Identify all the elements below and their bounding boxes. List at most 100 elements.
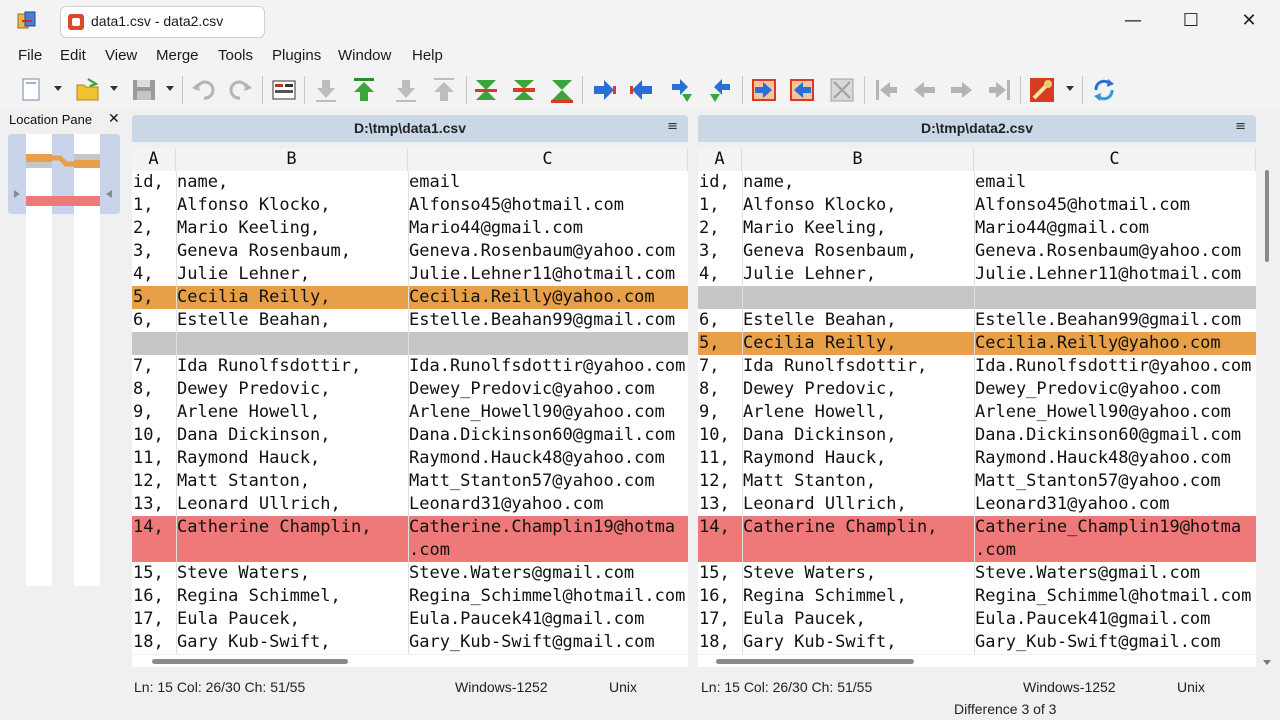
cell-a[interactable]: 18,: [132, 631, 176, 654]
table-row[interactable]: 13, Leonard Ullrich, Leonard31@yahoo.com: [698, 493, 1256, 516]
cell-b[interactable]: name,: [176, 171, 408, 194]
table-row[interactable]: 7, Ida Runolfsdottir, Ida.Runolfsdottir@ya…: [132, 355, 688, 378]
table-row[interactable]: 13, Leonard Ullrich, Leonard31@yahoo.com: [132, 493, 688, 516]
split-view-icon[interactable]: [828, 76, 856, 104]
cell-a[interactable]: 17,: [132, 608, 176, 631]
cell-b[interactable]: Gary Kub-Swift,: [742, 631, 974, 654]
cell-c[interactable]: Mario44@gmail.com: [408, 217, 688, 240]
cell-c[interactable]: [408, 332, 688, 355]
cell-c[interactable]: .com: [974, 539, 1256, 562]
cell-b[interactable]: Regina Schimmel,: [176, 585, 408, 608]
cell-a[interactable]: 12,: [698, 470, 742, 493]
right-scroll-thumb[interactable]: [716, 659, 914, 664]
left-grid[interactable]: A B Cid, name, email 1, Alfonso Klocko, Alfonso…: [132, 148, 688, 654]
table-row[interactable]: 17, Eula Paucek, Eula.Paucek41@gmail.com: [132, 608, 688, 631]
cell-c[interactable]: Alfonso45@hotmail.com: [974, 194, 1256, 217]
table-row[interactable]: 6, Estelle Beahan, Estelle.Beahan99@gmail.…: [698, 309, 1256, 332]
cell-c[interactable]: Catherine.Champlin19@hotma: [408, 516, 688, 539]
table-row[interactable]: 16, Regina Schimmel, Regina_Schimmel@hotma…: [132, 585, 688, 608]
minimize-button[interactable]: —: [1104, 0, 1162, 42]
cell-c[interactable]: .com: [408, 539, 688, 562]
cell-c[interactable]: Arlene_Howell90@yahoo.com: [408, 401, 688, 424]
cell-a[interactable]: 6,: [698, 309, 742, 332]
table-row[interactable]: 15, Steve Waters, Steve.Waters@gmail.com: [132, 562, 688, 585]
cell-b[interactable]: Mario Keeling,: [176, 217, 408, 240]
cell-c[interactable]: email: [408, 171, 688, 194]
location-pane-close-icon[interactable]: ✕: [108, 111, 120, 127]
next-file-icon[interactable]: [948, 76, 976, 104]
cell-a[interactable]: 17,: [698, 608, 742, 631]
cell-a[interactable]: 13,: [132, 493, 176, 516]
cell-c[interactable]: Cecilia.Reilly@yahoo.com: [974, 332, 1256, 355]
cell-c[interactable]: Matt_Stanton57@yahoo.com: [408, 470, 688, 493]
cell-a[interactable]: 14,: [698, 516, 742, 539]
cell-c[interactable]: Catherine_Champlin19@hotma: [974, 516, 1256, 539]
cell-c[interactable]: Dana.Dickinson60@gmail.com: [974, 424, 1256, 447]
cell-c[interactable]: Dana.Dickinson60@gmail.com: [408, 424, 688, 447]
table-row[interactable]: 18, Gary Kub-Swift, Gary_Kub-Swift@gmail.c…: [698, 631, 1256, 654]
table-row[interactable]: 18, Gary Kub-Swift, Gary_Kub-Swift@gmail.c…: [132, 631, 688, 654]
menu-tools[interactable]: Tools: [218, 47, 253, 64]
merge-down-icon[interactable]: [472, 76, 500, 104]
table-row[interactable]: 4, Julie Lehner, Julie.Lehner11@hotmail.co…: [698, 263, 1256, 286]
tools-icon[interactable]: [1028, 76, 1056, 104]
cell-a[interactable]: 3,: [132, 240, 176, 263]
cell-a[interactable]: 4,: [698, 263, 742, 286]
cell-c[interactable]: Steve.Waters@gmail.com: [408, 562, 688, 585]
cell-b[interactable]: Geneva Rosenbaum,: [176, 240, 408, 263]
last-file-icon[interactable]: [986, 76, 1014, 104]
menu-edit[interactable]: Edit: [60, 47, 86, 64]
cell-b[interactable]: Geneva Rosenbaum,: [742, 240, 974, 263]
cell-c[interactable]: Eula.Paucek41@gmail.com: [974, 608, 1256, 631]
vertical-scroll-thumb[interactable]: [1265, 170, 1269, 262]
cell-b[interactable]: Julie Lehner,: [176, 263, 408, 286]
copy-right-icon[interactable]: [590, 76, 618, 104]
cell-b[interactable]: Ida Runolfsdottir,: [742, 355, 974, 378]
left-scroll-thumb[interactable]: [152, 659, 348, 664]
table-row[interactable]: 10, Dana Dickinson, Dana.Dickinson60@gmail…: [698, 424, 1256, 447]
cell-a[interactable]: 16,: [132, 585, 176, 608]
table-row[interactable]: 1, Alfonso Klocko, Alfonso45@hotmail.com: [698, 194, 1256, 217]
cell-a[interactable]: 7,: [698, 355, 742, 378]
right-horizontal-scrollbar[interactable]: [698, 655, 1256, 667]
cell-b[interactable]: Eula Paucek,: [742, 608, 974, 631]
open-dropdown-icon[interactable]: [110, 86, 118, 91]
cell-a[interactable]: 15,: [132, 562, 176, 585]
cell-a[interactable]: 11,: [698, 447, 742, 470]
table-row[interactable]: 5, Cecilia Reilly, Cecilia.Reilly@yahoo.co…: [698, 332, 1256, 355]
table-row[interactable]: 14, Catherine Champlin, Catherine_Champlin…: [698, 516, 1256, 539]
cell-c[interactable]: Geneva.Rosenbaum@yahoo.com: [974, 240, 1256, 263]
cell-a[interactable]: 16,: [698, 585, 742, 608]
winmerge-app-icon[interactable]: [16, 10, 38, 32]
scroll-down-icon[interactable]: [1263, 660, 1271, 665]
cell-a[interactable]: 18,: [698, 631, 742, 654]
table-row[interactable]: 8, Dewey Predovic, Dewey_Predovic@yahoo.co…: [132, 378, 688, 401]
cell-b[interactable]: Dana Dickinson,: [742, 424, 974, 447]
cell-b[interactable]: Matt Stanton,: [176, 470, 408, 493]
undo-icon[interactable]: [190, 76, 218, 104]
first-diff-icon[interactable]: [350, 76, 378, 104]
table-row[interactable]: 14, Catherine Champlin, Catherine.Champlin…: [132, 516, 688, 539]
cell-c[interactable]: Steve.Waters@gmail.com: [974, 562, 1256, 585]
cell-a[interactable]: 1,: [698, 194, 742, 217]
cell-a[interactable]: 9,: [132, 401, 176, 424]
table-row[interactable]: 3, Geneva Rosenbaum, Geneva.Rosenbaum@yaho…: [132, 240, 688, 263]
cell-b[interactable]: Steve Waters,: [176, 562, 408, 585]
cell-c[interactable]: Eula.Paucek41@gmail.com: [408, 608, 688, 631]
cell-a[interactable]: 5,: [698, 332, 742, 355]
cell-c[interactable]: Raymond.Hauck48@yahoo.com: [974, 447, 1256, 470]
cell-c[interactable]: email: [974, 171, 1256, 194]
open-icon[interactable]: [74, 76, 102, 104]
cell-b[interactable]: Alfonso Klocko,: [176, 194, 408, 217]
copy-right-advance-icon[interactable]: [668, 76, 696, 104]
first-file-icon[interactable]: [872, 76, 900, 104]
copy-all-right-icon[interactable]: [750, 76, 778, 104]
cell-b[interactable]: Arlene Howell,: [176, 401, 408, 424]
table-row[interactable]: [698, 286, 1256, 309]
menu-plugins[interactable]: Plugins: [272, 47, 321, 64]
cell-b[interactable]: Eula Paucek,: [176, 608, 408, 631]
table-row[interactable]: 12, Matt Stanton, Matt_Stanton57@yahoo.com: [132, 470, 688, 493]
vertical-scrollbar[interactable]: [1262, 160, 1272, 670]
column-header-c[interactable]: C: [974, 148, 1256, 171]
cell-a[interactable]: 10,: [132, 424, 176, 447]
